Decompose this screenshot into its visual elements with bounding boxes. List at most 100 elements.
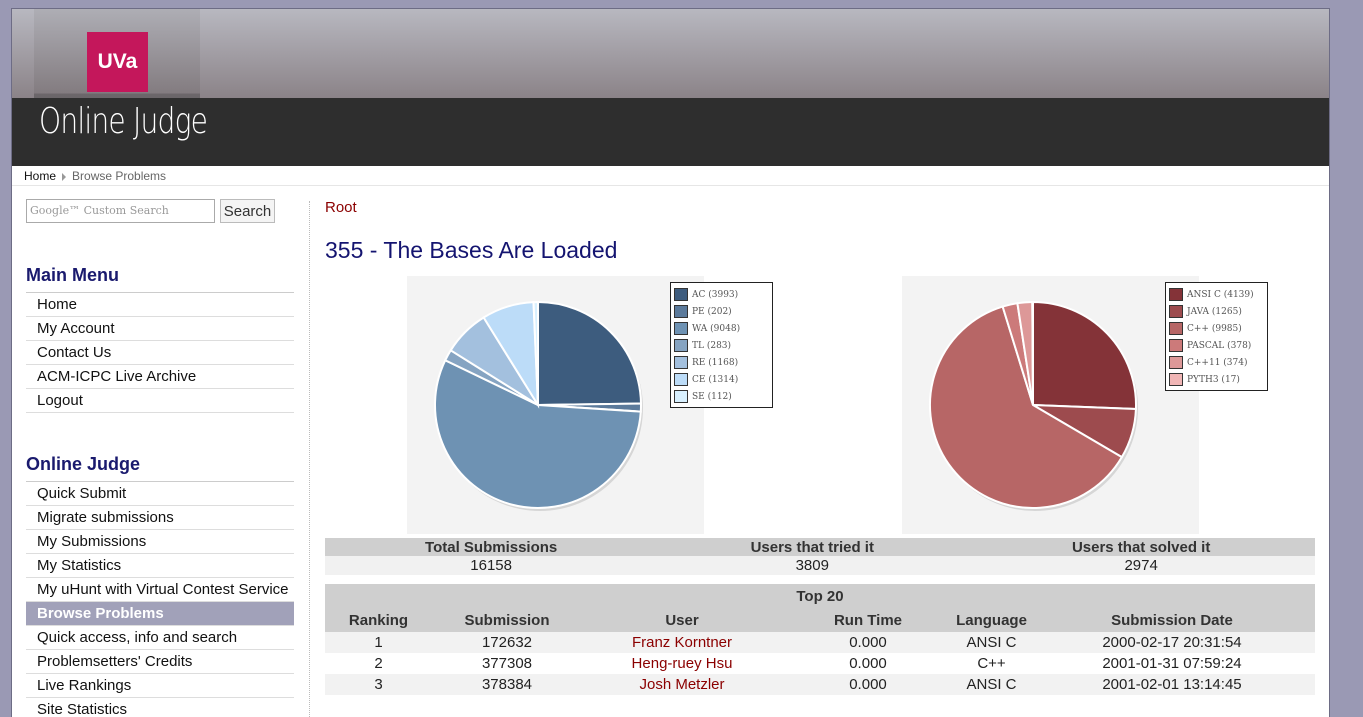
language-legend: ANSI C (4139) JAVA (1265) C++ (9985) PASCAL…: [1165, 282, 1268, 391]
breadcrumb: Home Browse Problems: [12, 167, 1329, 186]
menu-item-home[interactable]: Home: [26, 293, 294, 317]
legend-swatch: [1169, 305, 1183, 318]
legend-swatch: [674, 390, 688, 403]
main-content: Root 355 - The Bases Are Loaded AC (3993…: [325, 199, 1315, 695]
header-bottom-band: [12, 98, 1329, 166]
col-language: Language: [954, 608, 1029, 632]
submission-cell: 377308: [432, 653, 582, 674]
legend-label: TL (283): [692, 340, 732, 351]
legend-item: SE (112): [674, 388, 769, 405]
page: UVa Online Judge Home Browse Problems Goo…: [11, 8, 1330, 717]
legend-item: C++11 (374): [1169, 354, 1264, 371]
uva-logo[interactable]: UVa: [87, 32, 148, 92]
problem-title: 355 - The Bases Are Loaded: [325, 237, 618, 263]
menu-item-live-rankings[interactable]: Live Rankings: [26, 674, 294, 698]
legend-label: PASCAL (378): [1187, 340, 1252, 351]
col-user: User: [582, 608, 782, 632]
menu-item-quick-submit[interactable]: Quick Submit: [26, 482, 294, 506]
stats-header-tried: Users that tried it: [657, 538, 968, 556]
legend-label: PE (202): [692, 306, 732, 317]
user-link[interactable]: Heng-ruey Hsu: [582, 653, 782, 674]
search-input[interactable]: Google™ Custom Search: [26, 199, 215, 223]
menu-item-logout[interactable]: Logout: [26, 389, 294, 413]
user-link[interactable]: Josh Metzler: [582, 674, 782, 695]
legend-swatch: [674, 305, 688, 318]
legend-swatch: [674, 356, 688, 369]
legend-label: SE (112): [692, 391, 732, 402]
legend-label: WA (9048): [692, 323, 741, 334]
legend-label: ANSI C (4139): [1187, 289, 1254, 300]
col-ranking: Ranking: [325, 608, 432, 632]
legend-item: RE (1168): [674, 354, 769, 371]
col-submission: Submission: [432, 608, 582, 632]
date-cell: 2001-01-31 07:59:24: [1029, 653, 1315, 674]
col-submission-date: Submission Date: [1029, 608, 1315, 632]
header-top-band: [12, 9, 1329, 98]
legend-item: WA (9048): [674, 320, 769, 337]
stats-tried-value: 3809: [657, 556, 968, 575]
menu-item-migrate-submissions[interactable]: Migrate submissions: [26, 506, 294, 530]
top20-section: Top 20 Ranking Submission User Run Time …: [325, 584, 1315, 695]
legend-swatch: [1169, 356, 1183, 369]
stats-header-total: Total Submissions: [325, 538, 658, 556]
menu-item-quick-access[interactable]: Quick access, info and search: [26, 626, 294, 650]
root-link[interactable]: Root: [325, 199, 1315, 216]
language-cell: ANSI C: [954, 674, 1029, 695]
date-cell: 2000-02-17 20:31:54: [1029, 632, 1315, 653]
legend-swatch: [1169, 288, 1183, 301]
site-header: UVa Online Judge: [12, 9, 1329, 166]
stats-table: Total Submissions Users that tried it Us…: [325, 538, 1315, 575]
legend-label: RE (1168): [692, 357, 739, 368]
breadcrumb-home[interactable]: Home: [24, 169, 56, 183]
pie-slice: [1031, 300, 1034, 406]
menu-item-site-statistics[interactable]: Site Statistics: [26, 698, 294, 717]
legend-item: PE (202): [674, 303, 769, 320]
language-cell: C++: [954, 653, 1029, 674]
legend-item: CE (1314): [674, 371, 769, 388]
table-row: 3 378384 Josh Metzler 0.000 ANSI C 2001-…: [325, 674, 1315, 695]
sidebar-divider: [309, 201, 310, 717]
legend-item: PASCAL (378): [1169, 337, 1264, 354]
stats-solved-value: 2974: [967, 556, 1315, 575]
menu-item-problemsetters-credits[interactable]: Problemsetters' Credits: [26, 650, 294, 674]
menu-item-uhunt[interactable]: My uHunt with Virtual Contest Service: [26, 578, 294, 602]
search-button[interactable]: Search: [220, 199, 275, 223]
menu-item-browse-problems[interactable]: Browse Problems: [26, 602, 294, 626]
user-link[interactable]: Franz Korntner: [582, 632, 782, 653]
rank-cell: 1: [325, 632, 432, 653]
runtime-cell: 0.000: [782, 632, 954, 653]
legend-label: JAVA (1265): [1187, 306, 1242, 317]
stats-header-solved: Users that solved it: [967, 538, 1315, 556]
date-cell: 2001-02-01 13:14:45: [1029, 674, 1315, 695]
language-cell: ANSI C: [954, 632, 1029, 653]
table-row: 1 172632 Franz Korntner 0.000 ANSI C 200…: [325, 632, 1315, 653]
menu-item-my-statistics[interactable]: My Statistics: [26, 554, 294, 578]
breadcrumb-current: Browse Problems: [72, 169, 167, 183]
online-judge-logo[interactable]: Online Judge: [39, 101, 208, 142]
legend-label: AC (3993): [692, 289, 739, 300]
menu-item-my-account[interactable]: My Account: [26, 317, 294, 341]
submission-cell: 378384: [432, 674, 582, 695]
sidebar: Google™ Custom Search Search Main Menu H…: [26, 199, 294, 717]
verdict-pie-chart: AC (3993) PE (202) WA (9048) TL (283) RE (11…: [407, 276, 773, 534]
pie-slice: [1032, 300, 1137, 411]
rank-cell: 3: [325, 674, 432, 695]
legend-label: C++11 (374): [1187, 357, 1248, 368]
legend-swatch: [1169, 373, 1183, 386]
menu-item-live-archive[interactable]: ACM-ICPC Live Archive: [26, 365, 294, 389]
language-pie-svg: [929, 300, 1138, 511]
online-judge-menu-title: Online Judge: [26, 454, 294, 482]
pie-slice: [537, 300, 643, 407]
legend-item: PYTH3 (17): [1169, 371, 1264, 388]
menu-item-my-submissions[interactable]: My Submissions: [26, 530, 294, 554]
col-run-time: Run Time: [782, 608, 954, 632]
verdict-pie-svg: [434, 300, 643, 511]
legend-swatch: [674, 373, 688, 386]
legend-label: PYTH3 (17): [1187, 374, 1240, 385]
legend-swatch: [1169, 339, 1183, 352]
language-pie-chart: ANSI C (4139) JAVA (1265) C++ (9985) PASCAL…: [902, 276, 1268, 534]
legend-swatch: [674, 339, 688, 352]
legend-swatch: [674, 322, 688, 335]
menu-item-contact-us[interactable]: Contact Us: [26, 341, 294, 365]
runtime-cell: 0.000: [782, 653, 954, 674]
